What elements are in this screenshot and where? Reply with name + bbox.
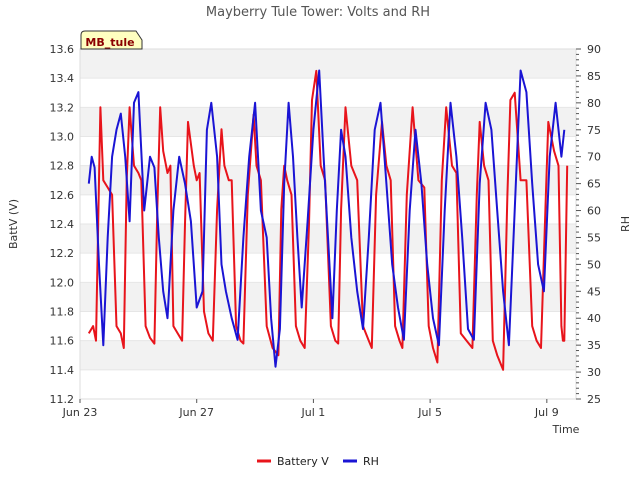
y-right-tick-label: 90 <box>587 43 601 56</box>
chart: Mayberry Tule Tower: Volts and RH MB_tul… <box>7 5 632 468</box>
y-left-tick-label: 13.4 <box>50 72 75 85</box>
y-left-tick-label: 11.4 <box>50 364 75 377</box>
station-badge-label: MB_tule <box>85 36 134 49</box>
y-right-tick-label: 65 <box>587 178 601 191</box>
y-right-tick-label: 35 <box>587 339 601 352</box>
chart-title: Mayberry Tule Tower: Volts and RH <box>206 5 430 20</box>
y-right-tick-label: 55 <box>587 231 601 244</box>
grid-band <box>80 107 576 137</box>
x-tick-label: Jun 27 <box>178 406 214 419</box>
y-left-axis-label: BattV (V) <box>7 199 20 249</box>
x-tick-label: Jul 5 <box>417 406 442 419</box>
grid-band <box>80 49 576 79</box>
station-badge: MB_tule <box>80 30 143 50</box>
legend-label-battery: Battery V <box>277 455 329 468</box>
y-right-tick-label: 50 <box>587 258 601 271</box>
x-axis: Jun 23 Jun 27 Jul 1 Jul 5 Jul 9 <box>62 399 559 419</box>
y-right-tick-label: 25 <box>587 393 601 406</box>
y-left-tick-label: 13.0 <box>50 131 75 144</box>
y-left-axis: 11.2 11.4 11.6 11.8 12.0 12.2 12.4 12.6 12.8 13.0… <box>50 43 75 406</box>
y-left-tick-label: 13.6 <box>50 43 75 56</box>
y-left-tick-label: 12.6 <box>50 189 75 202</box>
y-right-tick-label: 85 <box>587 70 601 83</box>
y-right-tick-label: 40 <box>587 312 601 325</box>
legend: Battery V RH <box>257 455 379 468</box>
x-tick-label: Jul 1 <box>301 406 326 419</box>
y-left-tick-label: 11.2 <box>50 393 75 406</box>
y-left-tick-label: 13.2 <box>50 101 75 114</box>
x-tick-label: Jun 23 <box>62 406 98 419</box>
y-right-tick-label: 80 <box>587 97 601 110</box>
y-left-tick-label: 12.0 <box>50 276 75 289</box>
y-left-tick-label: 11.6 <box>50 335 75 348</box>
x-axis-label: Time <box>552 423 580 436</box>
y-right-tick-label: 75 <box>587 124 601 137</box>
y-right-tick-label: 70 <box>587 151 601 164</box>
y-right-axis-label: RH <box>619 216 632 232</box>
y-right-tick-label: 30 <box>587 366 601 379</box>
legend-label-rh: RH <box>363 455 379 468</box>
y-right-axis: 25 30 35 40 45 50 55 60 65 70 75 80 85 90 <box>576 43 601 406</box>
y-left-tick-label: 11.8 <box>50 306 75 319</box>
x-tick-label: Jul 9 <box>534 406 559 419</box>
y-left-tick-label: 12.4 <box>50 218 75 231</box>
y-right-tick-label: 60 <box>587 205 601 218</box>
y-right-tick-label: 45 <box>587 285 601 298</box>
y-left-tick-label: 12.2 <box>50 247 75 260</box>
y-left-tick-label: 12.8 <box>50 160 75 173</box>
